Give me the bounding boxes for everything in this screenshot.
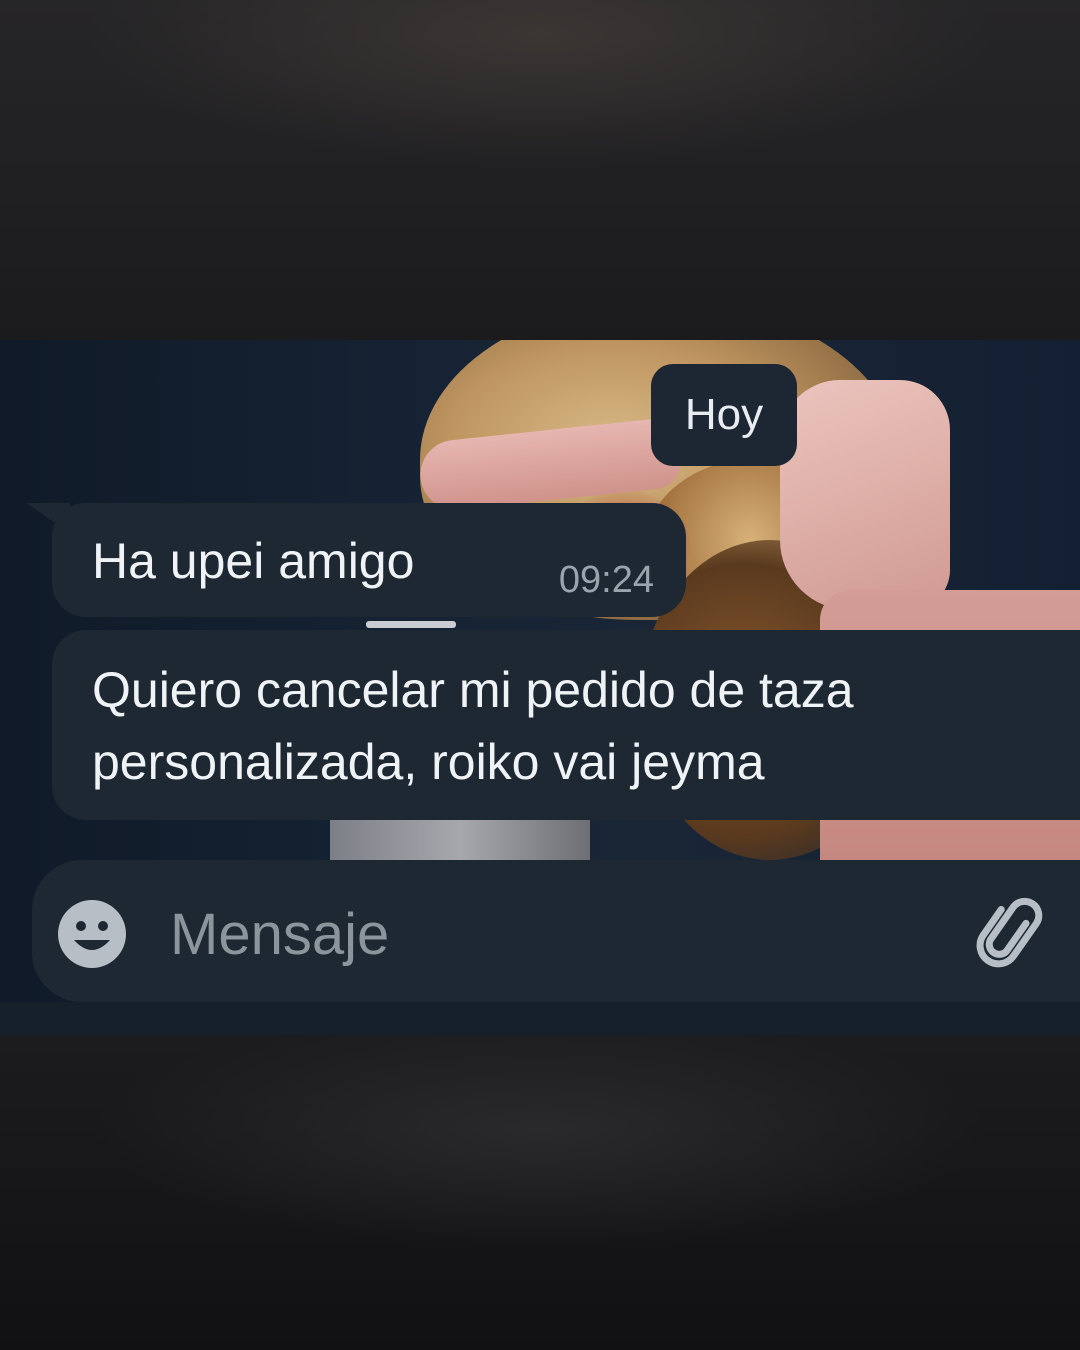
paperclip-icon[interactable] <box>972 896 1052 976</box>
message-composer[interactable]: Mensaje <box>32 860 1080 1002</box>
smiley-icon[interactable] <box>56 898 128 970</box>
message-time: 09:24 <box>558 559 654 601</box>
message-input[interactable]: Mensaje <box>170 900 389 970</box>
message-text: Quiero cancelar mi pedido de taza person… <box>92 662 854 790</box>
message-bubble[interactable]: Ha upei amigo 09:24 <box>52 503 686 617</box>
blurred-background-bottom <box>0 1035 1080 1350</box>
blurred-background-top <box>0 0 1080 340</box>
post-frame: Hoy Ha upei amigo 09:24 Quiero cancelar … <box>0 0 1080 1350</box>
date-separator-label: Hoy <box>684 390 764 439</box>
date-separator: Hoy <box>651 364 797 466</box>
bubble-divider <box>366 621 456 628</box>
chat-screenshot: Hoy Ha upei amigo 09:24 Quiero cancelar … <box>0 340 1080 1035</box>
message-text: Ha upei amigo <box>92 533 415 589</box>
message-bubble[interactable]: Quiero cancelar mi pedido de taza person… <box>52 630 1080 820</box>
